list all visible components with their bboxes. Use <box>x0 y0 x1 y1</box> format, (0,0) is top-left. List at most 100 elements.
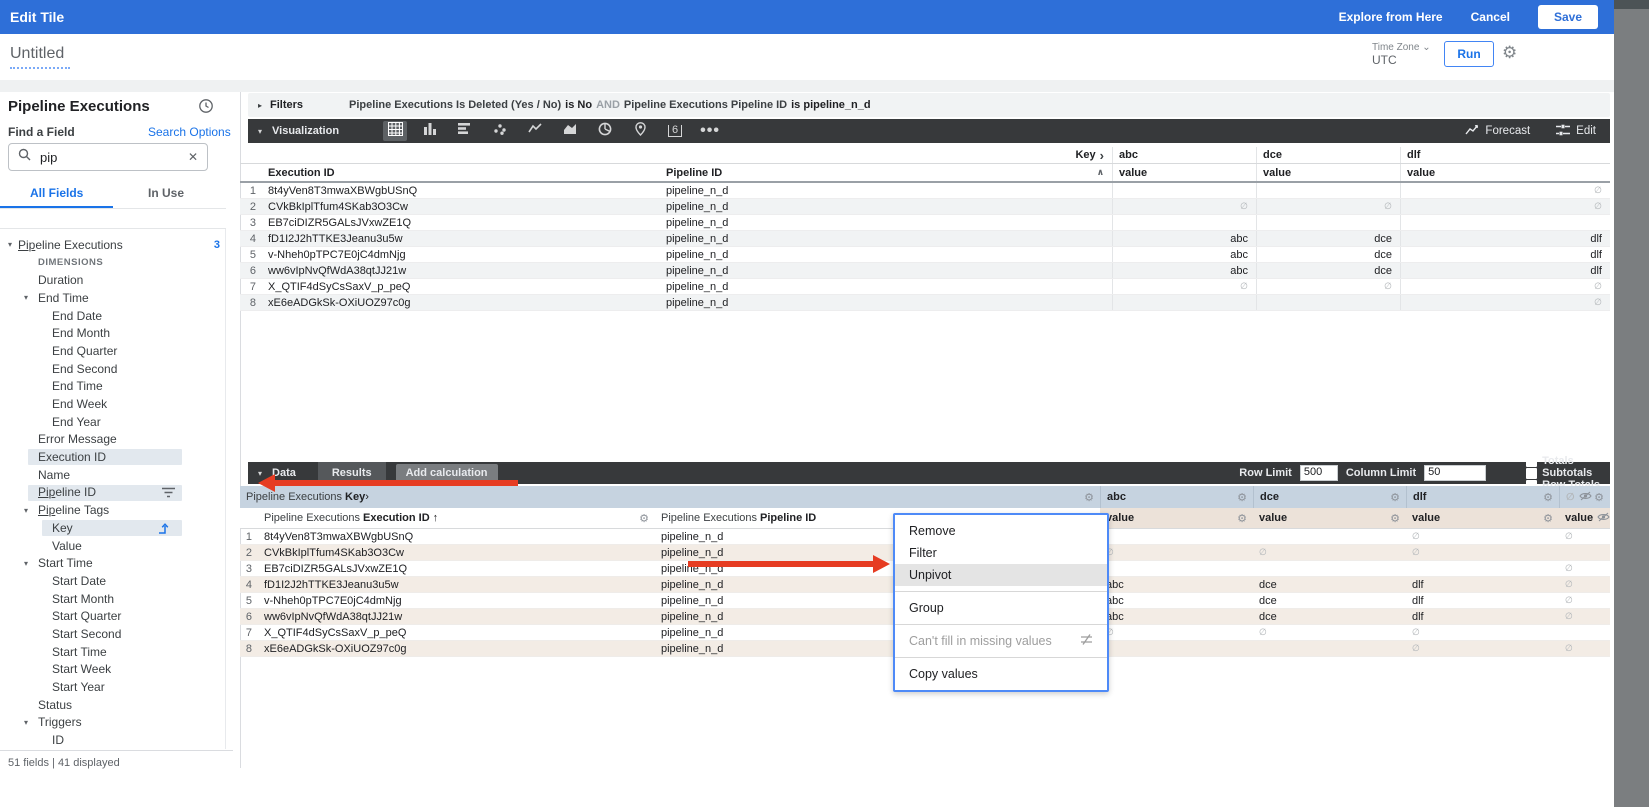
checkbox-totals[interactable]: Totals <box>1526 455 1600 467</box>
query-title[interactable]: Untitled <box>10 45 64 63</box>
sidebar-item-start-quarter[interactable]: Start Quarter <box>0 607 224 625</box>
filters-bar[interactable]: ▸ Filters Pipeline Executions Is Deleted… <box>248 93 1610 117</box>
sidebar-scrollbar[interactable] <box>225 229 226 749</box>
pivot-value-header-dce[interactable]: dce <box>1256 147 1400 163</box>
sidebar-item-end-week[interactable]: End Week <box>0 395 224 413</box>
sidebar-item-end-date[interactable]: End Date <box>0 307 224 325</box>
cell-value[interactable]: ∅ <box>1559 577 1610 592</box>
gear-icon[interactable]: ⚙ <box>1502 43 1517 63</box>
chevron-right-icon[interactable]: › <box>1100 148 1104 163</box>
cell-value[interactable] <box>1253 641 1406 656</box>
checkbox-subtotals[interactable]: Subtotals <box>1526 467 1600 479</box>
clear-search-icon[interactable]: ✕ <box>188 150 198 164</box>
cell-execution-id[interactable]: fD1I2J2hTTKE3Jeanu3u5w <box>258 577 655 592</box>
visualization-collapse-icon[interactable]: ▾ <box>258 127 262 136</box>
results-header-execution-id[interactable]: Pipeline ExecutionsExecution ID↑⚙ <box>258 508 655 528</box>
sidebar-item-start-year[interactable]: Start Year <box>0 678 224 696</box>
timezone-selector[interactable]: Time Zone ⌄ UTC <box>1372 42 1431 68</box>
sidebar-item-start-month[interactable]: Start Month <box>0 590 224 608</box>
sidebar-item-duration[interactable]: Duration <box>0 271 224 289</box>
gear-icon[interactable]: ⚙ <box>639 512 655 525</box>
sidebar-item-error-message[interactable]: Error Message <box>0 431 224 449</box>
menu-item-unpivot[interactable]: Unpivot <box>895 564 1107 586</box>
results-measure-header-dlf[interactable]: value⚙ <box>1406 508 1559 528</box>
cell-value[interactable]: ∅ <box>1406 641 1559 656</box>
sidebar-item-end-time[interactable]: End Time <box>0 378 224 396</box>
sidebar-item-end-second[interactable]: End Second <box>0 360 224 378</box>
cell-execution-id[interactable]: 8t4yVen8T3mwaXBWgbUSnQ <box>258 529 655 544</box>
gear-icon[interactable]: ⚙ <box>1543 512 1559 525</box>
sidebar-item-start-time[interactable]: ▾Start Time <box>0 554 224 572</box>
cell-value[interactable]: ∅ <box>1559 529 1610 544</box>
cell-value[interactable]: dce <box>1253 593 1406 608</box>
cell-value[interactable]: dlf <box>1406 577 1559 592</box>
sidebar-item-status[interactable]: Status <box>0 696 224 714</box>
cell-value[interactable] <box>1100 641 1253 656</box>
cell-value[interactable]: ∅ <box>1253 625 1406 640</box>
pivot-field-key[interactable]: Key› <box>1075 148 1112 163</box>
viz-icon-scatter[interactable] <box>488 121 512 141</box>
save-button[interactable]: Save <box>1538 5 1598 29</box>
pivot-icon[interactable] <box>158 522 170 537</box>
filters-expand-icon[interactable]: ▸ <box>258 101 262 110</box>
cell-execution-id[interactable]: CVkBkIplTfum4SKab3O3Cw <box>258 545 655 560</box>
forecast-button[interactable]: Forecast <box>1465 124 1530 139</box>
gear-icon[interactable]: ⚙ <box>1237 512 1253 525</box>
cell-value[interactable]: abc <box>1100 609 1253 624</box>
menu-item-copy-values[interactable]: Copy values <box>895 663 1107 685</box>
menu-item-remove[interactable]: Remove <box>895 520 1107 542</box>
cell-value[interactable]: dlf <box>1406 593 1559 608</box>
field-search-input[interactable]: pip ✕ <box>8 143 208 171</box>
cell-value[interactable]: ∅ <box>1559 561 1610 576</box>
cell-value[interactable]: dlf <box>1406 609 1559 624</box>
cell-execution-id[interactable]: xE6eADGkSk-OXiUOZ97c0g <box>258 641 655 656</box>
results-pivot-header-dlf[interactable]: dlf⚙ <box>1406 486 1559 508</box>
cell-value[interactable]: ∅ <box>1406 545 1559 560</box>
cell-value[interactable]: dce <box>1253 577 1406 592</box>
cell-value[interactable]: ∅ <box>1406 625 1559 640</box>
sidebar-item-start-time[interactable]: Start Time <box>0 643 224 661</box>
sidebar-item-triggers[interactable]: ▾Triggers <box>0 714 224 732</box>
cell-value[interactable] <box>1253 529 1406 544</box>
cell-value[interactable]: dce <box>1253 609 1406 624</box>
measure-header-abc[interactable]: value <box>1112 164 1256 181</box>
cell-value[interactable] <box>1100 561 1253 576</box>
tree-caret-icon[interactable]: ▾ <box>24 506 28 515</box>
tab-in-use[interactable]: In Use <box>148 186 184 200</box>
pivot-value-header-dlf[interactable]: dlf <box>1400 147 1610 163</box>
results-measure-header-null[interactable]: value⚙ <box>1559 508 1610 528</box>
gear-icon[interactable]: ⚙ <box>1084 491 1100 504</box>
tree-caret-icon[interactable]: ▾ <box>8 240 12 249</box>
sidebar-item-start-second[interactable]: Start Second <box>0 625 224 643</box>
cell-value[interactable]: ∅ <box>1406 529 1559 544</box>
viz-icon-line[interactable] <box>523 121 547 141</box>
tree-caret-icon[interactable]: ▾ <box>24 293 28 302</box>
gear-icon[interactable]: ⚙ <box>1237 491 1253 504</box>
menu-item-filter[interactable]: Filter <box>895 542 1107 564</box>
cell-value[interactable] <box>1100 529 1253 544</box>
sidebar-item-start-week[interactable]: Start Week <box>0 661 224 679</box>
sort-asc-icon[interactable]: ∧ <box>1097 167 1112 178</box>
sidebar-item-pipeline-tags[interactable]: ▾Pipeline Tags <box>0 501 224 519</box>
measure-header-dce[interactable]: value <box>1256 164 1400 181</box>
viz-icon-bar[interactable] <box>453 121 477 141</box>
column-header-execution-id[interactable]: Execution ID <box>262 164 660 181</box>
results-measure-header-dce[interactable]: value⚙ <box>1253 508 1406 528</box>
cell-value[interactable] <box>1559 545 1610 560</box>
results-measure-header-abc[interactable]: value⚙ <box>1100 508 1253 528</box>
gear-icon[interactable]: ⚙ <box>1594 491 1610 504</box>
chevron-right-icon[interactable]: › <box>365 491 369 503</box>
viz-icon-single-value[interactable]: 6 <box>663 121 687 141</box>
sidebar-item-end-year[interactable]: End Year <box>0 413 224 431</box>
cell-value[interactable]: ∅ <box>1100 625 1253 640</box>
results-pivot-header-dce[interactable]: dce⚙ <box>1253 486 1406 508</box>
sidebar-item-execution-id[interactable]: Execution ID <box>0 448 224 466</box>
viz-icon-column[interactable] <box>418 121 442 141</box>
sidebar-item-key[interactable]: Key <box>0 519 224 537</box>
viz-icon-pie[interactable] <box>593 121 617 141</box>
measure-header-dlf[interactable]: value <box>1400 164 1610 181</box>
pivot-value-header-abc[interactable]: abc <box>1112 147 1256 163</box>
sidebar-item-name[interactable]: Name <box>0 466 224 484</box>
results-pivot-header-null[interactable]: ∅⚙ <box>1559 486 1610 508</box>
filter-icon[interactable] <box>162 487 175 501</box>
